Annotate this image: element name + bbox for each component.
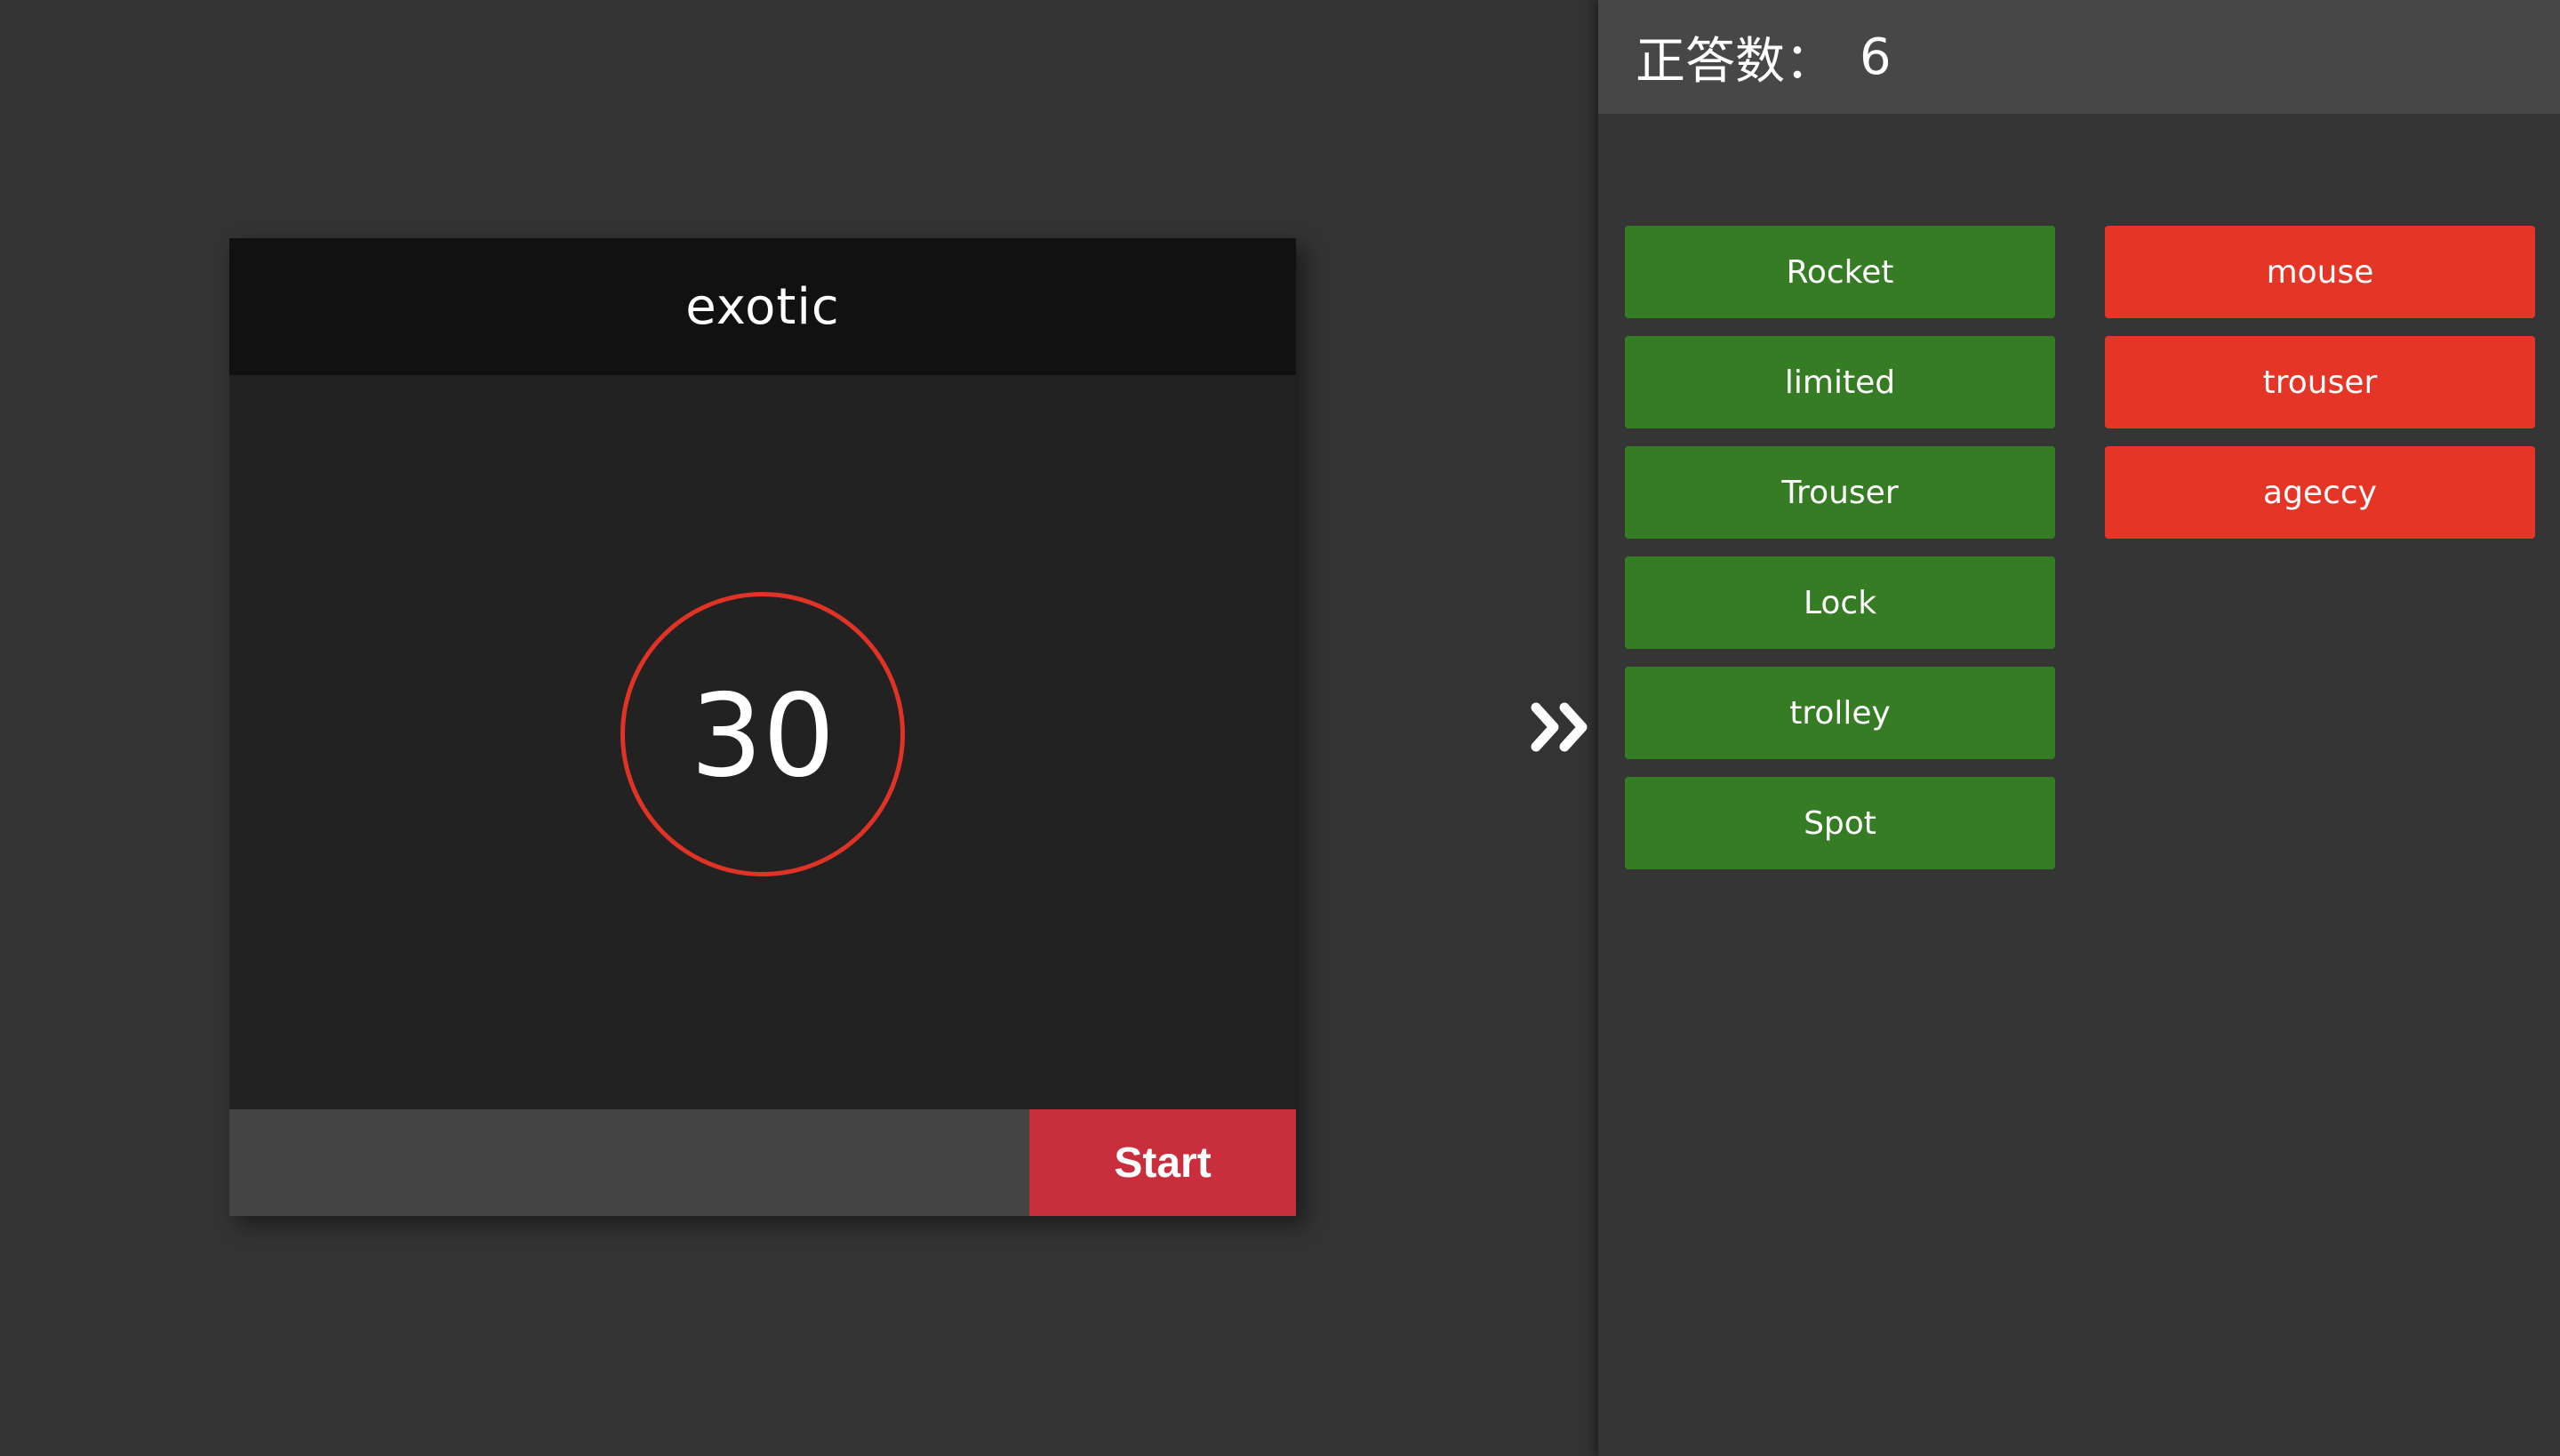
answer-input[interactable]: [229, 1109, 1029, 1216]
correct-word-chip: limited: [1625, 336, 2055, 428]
countdown-timer: 30: [620, 592, 905, 876]
wrong-word-chip: mouse: [2105, 226, 2535, 318]
score-bar: 正答数： 6: [1598, 0, 2560, 114]
correct-word-chip: trolley: [1625, 667, 2055, 759]
correct-word-chip: Lock: [1625, 556, 2055, 649]
panel-toggle-button[interactable]: [1525, 695, 1600, 759]
timer-area: 30: [229, 375, 1296, 1109]
wrong-word-chip: trouser: [2105, 336, 2535, 428]
correct-word-chip: Spot: [1625, 777, 2055, 869]
double-chevron-right-icon: [1531, 702, 1588, 752]
score-value: 6: [1860, 28, 1892, 86]
correct-words-column: Rocket limited Trouser Lock trolley Spot: [1625, 226, 2055, 869]
wrong-words-column: mouse trouser ageccy: [2105, 226, 2535, 869]
correct-word-chip: Rocket: [1625, 226, 2055, 318]
timer-value: 30: [690, 669, 836, 803]
score-label: 正答数：: [1636, 32, 1835, 91]
answer-row: Start: [229, 1109, 1296, 1216]
word-columns: Rocket limited Trouser Lock trolley Spot mous…: [1625, 226, 2535, 869]
results-panel: 正答数： 6 Rocket limited Trouser Lock trolley Sp…: [1598, 0, 2560, 1456]
correct-word-chip: Trouser: [1625, 446, 2055, 539]
game-card: exotic 30 Start: [229, 238, 1296, 1216]
app-root: exotic 30 Start 正答数： 6 Rocket limited Trou…: [0, 0, 2560, 1456]
current-word: exotic: [685, 277, 840, 336]
start-button[interactable]: Start: [1029, 1109, 1296, 1216]
wrong-word-chip: ageccy: [2105, 446, 2535, 539]
current-word-header: exotic: [229, 238, 1296, 375]
